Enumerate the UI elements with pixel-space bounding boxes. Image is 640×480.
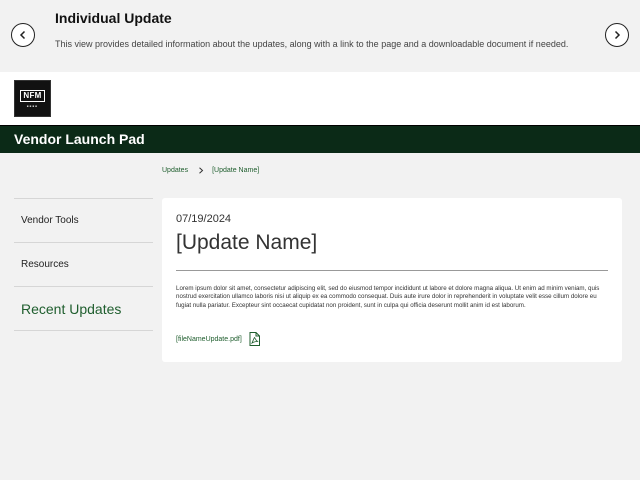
file-link[interactable]: [fileNameUpdate.pdf]: [176, 336, 242, 343]
nfm-logo[interactable]: NFM ■■■■: [14, 80, 51, 117]
file-attachment: [fileNameUpdate.pdf]: [176, 332, 260, 346]
chevron-left-icon: [19, 30, 26, 40]
sidebar-divider: [14, 330, 153, 331]
logo-band: NFM ■■■■: [0, 72, 640, 125]
sidebar-item-vendor-tools[interactable]: Vendor Tools: [14, 198, 153, 242]
breadcrumb-updates[interactable]: Updates: [162, 167, 188, 174]
update-title: [Update Name]: [176, 231, 318, 254]
info-title: Individual Update: [55, 10, 172, 26]
previous-button[interactable]: [11, 23, 35, 47]
update-date: 07/19/2024: [176, 213, 232, 225]
sidebar-item-label: Recent Updates: [21, 300, 122, 317]
logo-subtext: ■■■■: [26, 103, 39, 108]
chevron-right-icon: [614, 30, 621, 40]
next-button[interactable]: [605, 23, 629, 47]
info-bar: Individual Update This view provides det…: [0, 0, 640, 72]
sidebar: Vendor Tools Resources Recent Updates: [14, 198, 153, 331]
breadcrumb-current: [Update Name]: [212, 167, 260, 174]
sidebar-item-label: Vendor Tools: [21, 215, 79, 226]
sidebar-item-resources[interactable]: Resources: [14, 242, 153, 286]
pdf-icon[interactable]: [249, 332, 260, 346]
chevron-right-icon: [199, 167, 204, 174]
info-description: This view provides detailed information …: [55, 39, 569, 49]
breadcrumb: Updates [Update Name]: [162, 167, 259, 174]
sidebar-item-label: Resources: [21, 259, 69, 270]
app-header: Vendor Launch Pad: [0, 125, 640, 153]
app-title: Vendor Launch Pad: [14, 131, 145, 147]
title-divider: [176, 270, 608, 271]
update-card: 07/19/2024 [Update Name] Lorem ipsum dol…: [162, 198, 622, 362]
logo-text: NFM: [20, 89, 45, 102]
update-body: Lorem ipsum dolor sit amet, consectetur …: [176, 285, 600, 309]
sidebar-item-recent-updates[interactable]: Recent Updates: [14, 286, 153, 330]
